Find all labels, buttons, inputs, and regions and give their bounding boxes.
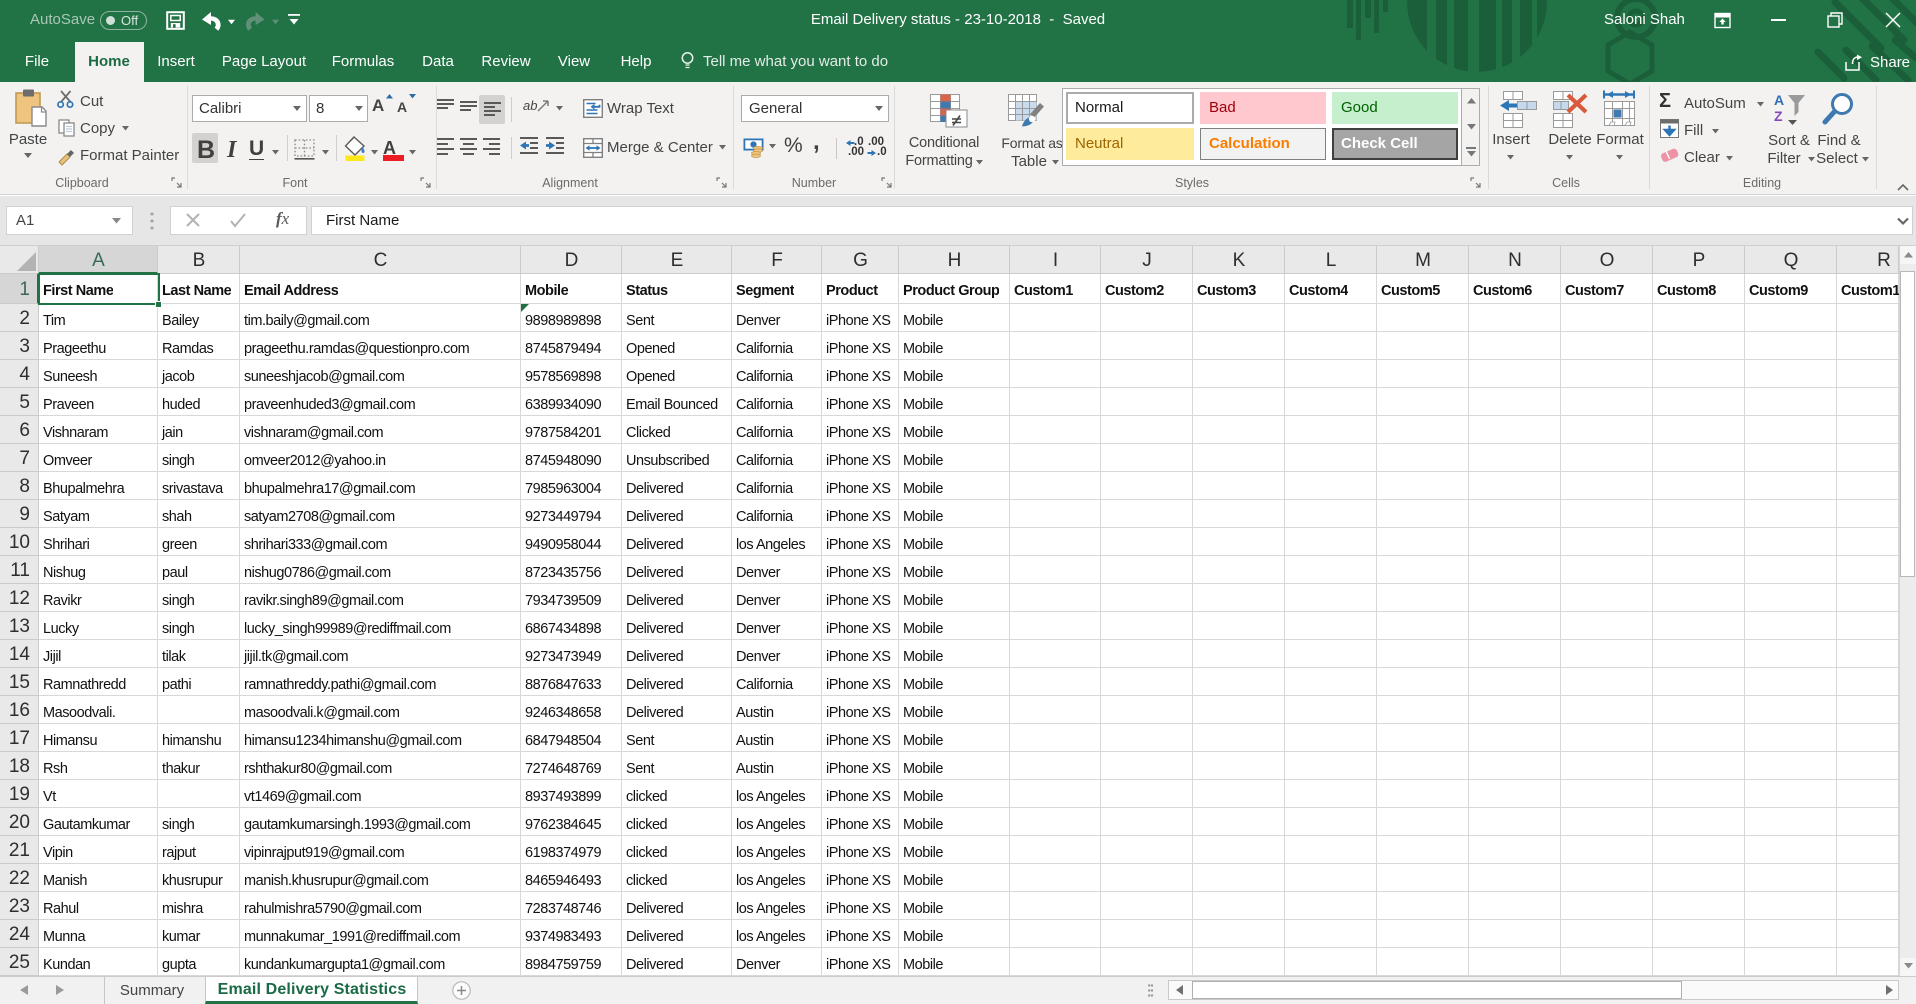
svg-text:A: A <box>1774 92 1784 108</box>
svg-text:Z: Z <box>1774 108 1783 124</box>
